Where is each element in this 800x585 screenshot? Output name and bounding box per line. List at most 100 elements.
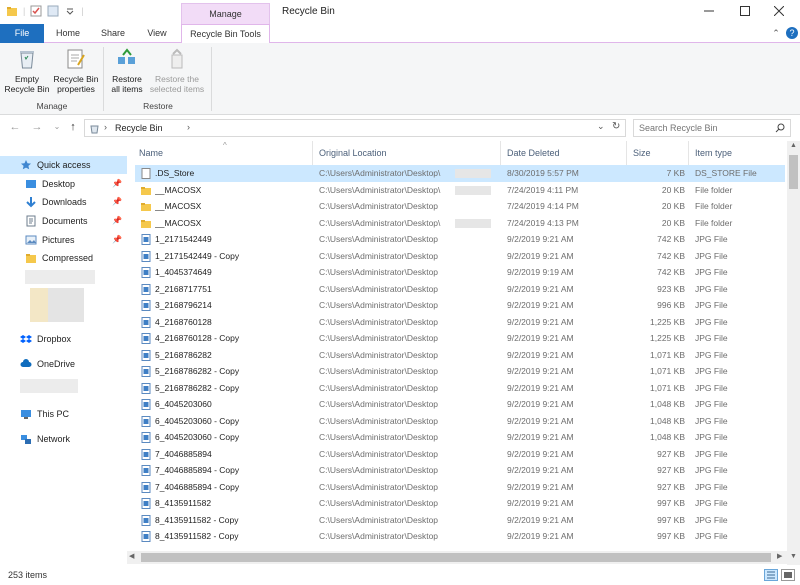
horizontal-scroll-thumb[interactable] [141,553,771,562]
column-header-item-type[interactable]: Item type [691,141,785,165]
quick-access-toolbar: | | [6,5,84,17]
navigation-bar: ← → ⌄ ↑ › Recycle Bin › ⌄ ↻ [0,117,800,139]
table-row[interactable]: 1_4045374649 C:\Users\Administrator\Deskt… [135,264,785,281]
table-row[interactable]: 6_4045203060 - Copy C:\Users\Administrato… [135,429,785,446]
tab-home[interactable]: Home [50,24,86,43]
table-row[interactable]: 1_2171542449 C:\Users\Administrator\Deskt… [135,231,785,248]
sidebar-item-network[interactable]: Network [20,430,70,448]
table-row[interactable]: 7_4046885894 C:\Users\Administrator\Deskt… [135,446,785,463]
tab-view[interactable]: View [140,24,174,43]
column-header-name[interactable]: Name ^ [135,141,313,165]
cell-name: 5_2168786282 - Copy [155,382,240,393]
table-row[interactable]: __MACOSX C:\Users\Administrator\Desktop\ 7… [135,182,785,199]
recycle-bin-properties-button[interactable]: Recycle Bin properties [53,47,99,94]
table-row[interactable]: 8_4135911582 - Copy C:\Users\Administrato… [135,528,785,545]
restore-all-items-button[interactable]: Restore all items [108,47,146,94]
image-file-icon [141,234,151,245]
cell-original-location: C:\Users\Administrator\Desktop [319,514,439,525]
sidebar-item-documents[interactable]: Documents [25,212,88,230]
table-row[interactable]: 4_2168760128 - Copy C:\Users\Administrato… [135,330,785,347]
cell-date-deleted: 9/2/2019 9:21 AM [507,481,574,492]
help-icon[interactable]: ? [786,27,798,39]
cell-original-location: C:\Users\Administrator\Desktop [319,481,439,492]
table-row[interactable]: 1_2171542449 - Copy C:\Users\Administrato… [135,248,785,265]
table-row[interactable]: 6_4045203060 - Copy C:\Users\Administrato… [135,413,785,430]
table-row[interactable]: 3_2168796214 C:\Users\Administrator\Deskt… [135,297,785,314]
cell-name: __MACOSX [155,217,202,228]
group-separator [211,47,212,111]
image-file-icon [141,267,151,278]
table-row[interactable]: 7_4046885894 - Copy C:\Users\Administrato… [135,462,785,479]
maximize-icon [740,6,750,16]
table-row[interactable]: 8_4135911582 - Copy C:\Users\Administrato… [135,512,785,529]
table-row[interactable]: __MACOSX C:\Users\Administrator\Desktop 7/… [135,198,785,215]
table-row[interactable]: 5_2168786282 - Copy C:\Users\Administrato… [135,363,785,380]
tab-recycle-bin-tools[interactable]: Recycle Bin Tools [181,24,270,44]
breadcrumb-chevron-icon[interactable]: › [187,122,190,132]
sidebar-item-this-pc[interactable]: This PC [20,405,69,423]
vertical-scrollbar[interactable]: ▲ ▼ [787,141,800,565]
table-row[interactable]: 7_4046885894 - Copy C:\Users\Administrato… [135,479,785,496]
sidebar-item-label: Compressed [42,253,94,263]
table-row[interactable]: 6_4045203060 C:\Users\Administrator\Deskt… [135,396,785,413]
network-icon [21,435,31,444]
sidebar-item-quick-access[interactable]: Quick access [0,156,127,174]
scroll-up-icon[interactable]: ▲ [790,142,797,149]
table-row[interactable]: .DS_Store C:\Users\Administrator\Desktop\… [135,165,785,182]
search-icon[interactable] [775,123,785,133]
recent-locations-button[interactable]: ⌄ [50,120,64,134]
search-input[interactable] [639,123,769,133]
up-button[interactable]: ↑ [66,120,80,134]
table-row[interactable]: 5_2168786282 C:\Users\Administrator\Deskt… [135,347,785,364]
table-row[interactable]: 5_2168786282 - Copy C:\Users\Administrato… [135,380,785,397]
table-row[interactable]: 8_4135911582 C:\Users\Administrator\Deskt… [135,495,785,512]
table-row[interactable]: 2_2168717751 C:\Users\Administrator\Deskt… [135,281,785,298]
column-header-date-deleted[interactable]: Date Deleted [503,141,627,165]
collapse-ribbon-icon[interactable]: ⌃ [770,27,782,39]
vertical-scroll-thumb[interactable] [789,155,798,189]
address-dropdown-icon[interactable]: ⌄ [597,121,605,132]
scroll-left-icon[interactable]: ◀ [129,552,134,560]
column-header-size[interactable]: Size [629,141,689,165]
column-header-original-location[interactable]: Original Location [315,141,501,165]
image-file-icon [141,481,151,493]
address-bar[interactable]: › Recycle Bin › ⌄ ↻ [84,119,626,137]
cell-item-type: File folder [695,201,733,211]
cell-original-location: C:\Users\Administrator\Desktop [319,300,439,310]
table-row[interactable]: __MACOSX C:\Users\Administrator\Desktop\ 7… [135,215,785,232]
cell-item-type: File folder [695,184,733,195]
details-view-button[interactable] [764,569,778,581]
large-icons-view-button[interactable] [781,569,795,581]
cell-size: 742 KB [657,267,685,277]
search-box[interactable] [633,119,791,137]
customize-dropdown-icon[interactable] [64,5,76,17]
new-folder-icon[interactable] [47,5,59,17]
breadcrumb-recycle-bin[interactable]: Recycle Bin [115,123,163,133]
horizontal-scrollbar[interactable]: ◀ ▶ [127,551,787,564]
refresh-icon[interactable]: ↻ [612,121,620,132]
table-row[interactable]: 4_2168760128 C:\Users\Administrator\Deskt… [135,314,785,331]
cell-date-deleted: 9/2/2019 9:19 AM [507,267,574,277]
sidebar-item-compressed[interactable]: Compressed [25,249,93,267]
restore-selected-items-button[interactable]: Restore the selected items [148,47,206,94]
properties-check-icon[interactable] [30,5,42,17]
empty-recycle-bin-button[interactable]: Empty Recycle Bin [4,47,50,94]
sidebar-item-pictures[interactable]: Pictures [25,231,75,249]
back-button[interactable]: ← [8,120,22,134]
sidebar-item-dropbox[interactable]: Dropbox [20,330,71,348]
scroll-down-icon[interactable]: ▼ [790,553,797,560]
cell-item-type: JPG File [695,316,728,327]
forward-button[interactable]: → [30,120,44,134]
navigation-pane: Quick access Desktop 📌 Downloads 📌 Docum… [0,141,127,566]
cell-name: 7_4046885894 [155,448,212,459]
image-file-icon [141,283,151,295]
tab-share[interactable]: Share [96,24,130,43]
tab-file[interactable]: File [0,24,44,43]
sidebar-item-onedrive[interactable]: OneDrive [20,355,75,373]
close-button[interactable] [758,0,800,24]
sidebar-item-downloads[interactable]: Downloads [25,193,87,211]
scroll-right-icon[interactable]: ▶ [777,552,782,560]
sidebar-item-desktop[interactable]: Desktop [25,175,75,193]
folder-icon[interactable] [6,5,18,17]
restore-all-icon [118,48,135,64]
